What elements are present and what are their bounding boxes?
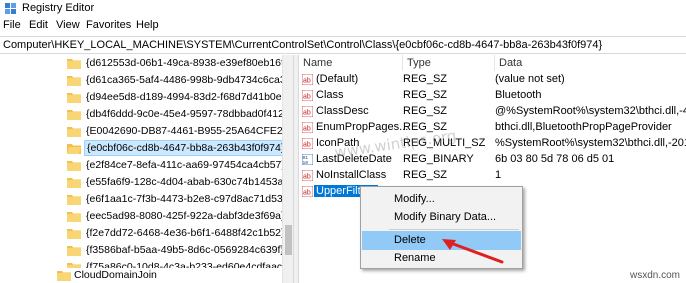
value-name: NoInstallClass	[316, 169, 387, 181]
value-name: EnumPropPages...	[316, 121, 409, 133]
menu-item-modify-binary[interactable]: Modify Binary Data...	[362, 208, 521, 227]
folder-icon	[67, 161, 81, 171]
string-value-icon: ab	[302, 138, 313, 149]
folder-icon	[67, 195, 81, 205]
binary-value-icon: 0110	[302, 154, 313, 165]
folder-icon	[57, 271, 71, 281]
tree-item[interactable]: {e6f1aa1c-7f3b-4473-b2e8-c97d8ac71d53}	[0, 191, 286, 208]
value-type: REG_SZ	[403, 73, 448, 85]
value-data: 1	[495, 169, 502, 181]
svg-text:10: 10	[303, 160, 309, 165]
registry-editor-icon	[5, 3, 16, 14]
tree-item[interactable]: {d612553d-06b1-49ca-8938-e39ef80eb16f}	[0, 55, 287, 72]
svg-text:ab: ab	[303, 94, 311, 101]
open-folder-icon	[67, 144, 81, 154]
menu-favorites[interactable]: Favorites	[86, 19, 131, 31]
value-name: ClassDesc	[316, 105, 369, 117]
tree-item-label: {e55fa6f9-128c-4d04-abab-630c74b1453a}	[86, 176, 287, 188]
svg-text:ab: ab	[303, 190, 311, 197]
value-row[interactable]: ab EnumPropPages... REG_SZ bthci.dll,Blu…	[299, 120, 686, 136]
tree-item-label: CloudDomainJoin	[74, 269, 157, 281]
scrollbar-thumb[interactable]	[285, 225, 292, 255]
folder-icon	[67, 178, 81, 188]
tree-item-label: {d61ca365-5af4-4486-998b-9db4734c6ca3}	[86, 74, 290, 86]
string-value-icon: ab	[302, 74, 313, 85]
svg-text:ab: ab	[303, 126, 311, 133]
folder-icon	[67, 212, 81, 222]
value-data: (value not set)	[495, 73, 565, 85]
tree-item[interactable]: {db4f6ddd-9c0e-45e4-9597-78dbbad0f412}	[0, 106, 287, 123]
column-header-name[interactable]: Name	[299, 55, 403, 71]
tree-item[interactable]: {e55fa6f9-128c-4d04-abab-630c74b1453a}	[0, 174, 287, 191]
value-type: REG_SZ	[403, 89, 448, 101]
svg-text:ab: ab	[303, 110, 311, 117]
tree-item-label: {E0042690-DB87-4461-B955-25A64CFE23CE}	[86, 125, 292, 137]
value-data: bthci.dll,BluetoothPropPageProvider	[495, 121, 672, 133]
folder-icon	[67, 110, 81, 120]
tree-item[interactable]: {d94ee5d8-d189-4994-83d2-f68d7d41b0e6}	[0, 89, 291, 106]
tree-scrollbar[interactable]	[282, 55, 293, 283]
folder-icon	[67, 93, 81, 103]
value-name: (Default)	[316, 73, 359, 85]
value-data: @%SystemRoot%\system32\bthci.dll,-4001	[495, 105, 686, 117]
value-row[interactable]: ab ClassDesc REG_SZ @%SystemRoot%\system…	[299, 104, 686, 120]
tree-item[interactable]: {E0042690-DB87-4461-B955-25A64CFE23CE}	[0, 123, 292, 140]
window-title: Registry Editor	[22, 2, 95, 14]
address-bar[interactable]: Computer\HKEY_LOCAL_MACHINE\SYSTEM\Curre…	[0, 36, 686, 54]
tree-item[interactable]: {d61ca365-5af4-4486-998b-9db4734c6ca3}	[0, 72, 289, 89]
value-name: Class	[316, 89, 344, 101]
menu-help[interactable]: Help	[136, 19, 159, 31]
value-row[interactable]: ab NoInstallClass REG_SZ 1	[299, 168, 686, 184]
string-value-icon: ab	[302, 170, 313, 181]
svg-text:ab: ab	[303, 78, 311, 85]
tree-item[interactable]: {e2f84ce7-8efa-411c-aa69-97454ca4cb57}	[0, 157, 285, 174]
tree-item-label: {f2e7dd72-6468-4e36-b6f1-6488f42c1b52}	[86, 227, 285, 239]
menu-item-modify[interactable]: Modify...	[362, 190, 521, 209]
tree-item-label: {f3586baf-b5aa-49b5-8d6c-0569284c639f}	[86, 244, 284, 256]
pointer-arrow-icon	[442, 239, 504, 264]
value-type: REG_BINARY	[403, 153, 474, 165]
svg-text:ab: ab	[303, 142, 311, 149]
menu-view[interactable]: View	[56, 19, 80, 31]
tree-item[interactable]: {eec5ad98-8080-425f-922a-dabf3de3f69a}	[0, 208, 285, 225]
menu-bar: File Edit View Favorites Help	[0, 17, 686, 35]
folder-icon	[67, 127, 81, 137]
value-row[interactable]: ab Class REG_SZ Bluetooth	[299, 88, 686, 104]
tree-item-label: {e2f84ce7-8efa-411c-aa69-97454ca4cb57}	[86, 159, 285, 171]
tree-item[interactable]: {f3586baf-b5aa-49b5-8d6c-0569284c639f}	[0, 242, 284, 259]
tree-item-label: {d612553d-06b1-49ca-8938-e39ef80eb16f}	[86, 57, 288, 69]
menu-file[interactable]: File	[3, 19, 21, 31]
string-value-icon: ab	[302, 186, 313, 197]
address-path[interactable]: Computer\HKEY_LOCAL_MACHINE\SYSTEM\Curre…	[3, 39, 602, 51]
svg-text:ab: ab	[303, 174, 311, 181]
tree-item[interactable]: {f2e7dd72-6468-4e36-b6f1-6488f42c1b52}	[0, 225, 285, 242]
corner-watermark: wsxdn.com	[629, 270, 680, 281]
column-header-type[interactable]: Type	[403, 55, 495, 71]
folder-icon	[67, 76, 81, 86]
tree-item-root[interactable]: CloudDomainJoin	[0, 268, 282, 283]
folder-icon	[67, 246, 81, 256]
folder-icon	[67, 59, 81, 69]
value-data: Bluetooth	[495, 89, 542, 101]
column-header-data[interactable]: Data	[495, 55, 686, 71]
tree-item-label: {e6f1aa1c-7f3b-4473-b2e8-c97d8ac71d53}	[86, 193, 287, 205]
menu-edit[interactable]: Edit	[29, 19, 48, 31]
tree-item-label: {db4f6ddd-9c0e-45e4-9597-78dbbad0f412}	[86, 108, 288, 120]
tree-item-label: {e0cbf06c-cd8b-4647-bb8a-263b43f0f974}	[84, 140, 288, 156]
value-type: REG_SZ	[403, 105, 448, 117]
value-row[interactable]: ab (Default) REG_SZ (value not set)	[299, 72, 686, 88]
tree-item-selected[interactable]: {e0cbf06c-cd8b-4647-bb8a-263b43f0f974}	[0, 140, 288, 157]
value-data: 6b 03 80 5d 78 06 d5 01	[495, 153, 615, 165]
tree-item-label: {d94ee5d8-d189-4994-83d2-f68d7d41b0e6}	[86, 91, 291, 103]
value-type: REG_SZ	[403, 169, 448, 181]
string-value-icon: ab	[302, 122, 313, 133]
string-value-icon: ab	[302, 106, 313, 117]
folder-icon	[67, 229, 81, 239]
title-bar: Registry Editor	[0, 0, 686, 17]
key-tree[interactable]: {d612553d-06b1-49ca-8938-e39ef80eb16f} {…	[0, 55, 292, 283]
tree-item-label: {eec5ad98-8080-425f-922a-dabf3de3f69a}	[86, 210, 285, 222]
menu-separator	[389, 229, 519, 230]
string-value-icon: ab	[302, 90, 313, 101]
value-data: %SystemRoot%\system32\bthci.dll,-201	[495, 137, 686, 149]
